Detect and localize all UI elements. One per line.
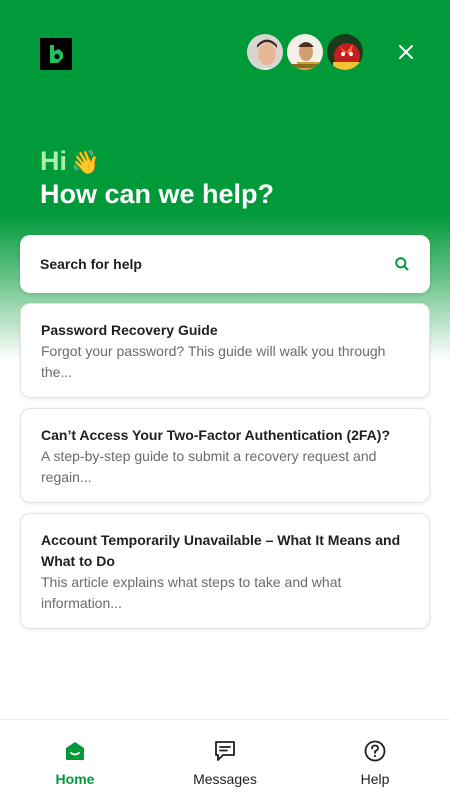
avatar [325,32,365,72]
article-title: Password Recovery Guide [41,322,218,338]
page-title: How can we help? [40,179,275,209]
greeting: Hi 👋 [40,144,100,179]
search-icon[interactable] [394,256,410,272]
wave-emoji: 👋 [71,149,100,175]
messages-icon[interactable] [213,739,237,763]
article-description: Forgot your password? This guide will wa… [41,343,386,380]
avatar [285,32,325,72]
article-title: Can’t Access Your Two-Factor Authenticat… [41,427,390,443]
article-card[interactable]: Password Recovery Guide Forgot your pass… [20,303,430,398]
nav-label-messages[interactable]: Messages [193,771,257,787]
nav-label-home[interactable]: Home [56,771,95,787]
article-card[interactable]: Can’t Access Your Two-Factor Authenticat… [20,408,430,503]
nav-item-messages[interactable]: Messages [150,720,300,800]
home-icon[interactable] [63,739,87,763]
close-icon[interactable] [399,45,413,59]
avatar [245,32,285,72]
close-button[interactable] [394,40,418,64]
bottom-nav: Home Messages Help [0,719,450,800]
search-box[interactable]: Search for help [20,235,430,293]
nav-label-help[interactable]: Help [361,771,390,787]
nav-item-help[interactable]: Help [300,720,450,800]
nav-item-home[interactable]: Home [0,720,150,800]
article-card[interactable]: Account Temporarily Unavailable – What I… [20,513,430,629]
brand-logo-icon [40,38,72,70]
search-label[interactable]: Search for help [40,256,394,272]
article-description: A step-by-step guide to submit a recover… [41,448,377,485]
article-description: This article explains what steps to take… [41,574,342,611]
greeting-text: Hi [40,146,67,176]
article-title: Account Temporarily Unavailable – What I… [41,532,401,569]
help-icon[interactable] [363,739,387,763]
